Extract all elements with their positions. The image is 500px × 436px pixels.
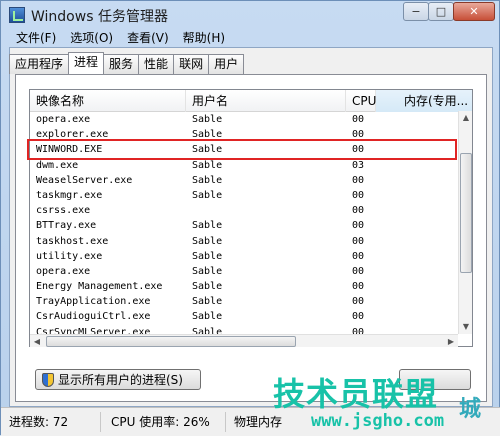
cell-user-name: Sable xyxy=(192,281,223,293)
cell-image-name: Energy Management.exe xyxy=(36,281,163,293)
cell-user-name: Sable xyxy=(192,235,223,247)
cell-user-name: Sable xyxy=(192,129,223,141)
cell-image-name: dwm.exe xyxy=(36,159,79,171)
table-row[interactable]: taskhost.exeSable001 xyxy=(30,234,472,249)
title-bar[interactable]: Windows 任务管理器 − □ ✕ xyxy=(1,1,500,29)
cell-cpu: 00 xyxy=(352,220,365,232)
table-row[interactable]: WeaselServer.exeSable002 xyxy=(30,173,472,188)
cell-user-name: Sable xyxy=(192,144,223,156)
cell-image-name: opera.exe xyxy=(36,114,91,125)
menu-help[interactable]: 帮助(H) xyxy=(181,29,227,47)
task-manager-window: Windows 任务管理器 − □ ✕ 文件(F) 选项(O) 查看(V) 帮助… xyxy=(0,0,500,436)
table-row[interactable]: utility.exeSable001 xyxy=(30,249,472,264)
table-row[interactable]: Energy Management.exe Sable 00 xyxy=(30,279,472,294)
tab-strip: 应用程序 进程 服务 性能 联网 用户 xyxy=(9,52,245,74)
table-row[interactable]: WINWORD.EXESable0013 xyxy=(30,142,472,157)
close-button[interactable]: ✕ xyxy=(453,2,495,21)
cell-cpu: 00 xyxy=(352,250,365,262)
cell-user-name: Sable xyxy=(192,265,223,277)
tab-networking[interactable]: 联网 xyxy=(173,54,210,74)
menu-view[interactable]: 查看(V) xyxy=(125,29,171,47)
cell-image-name: TrayApplication.exe xyxy=(36,296,151,308)
cell-cpu: 00 xyxy=(352,296,365,308)
cell-cpu: 00 xyxy=(352,311,365,323)
cell-cpu: 00 xyxy=(352,235,365,247)
scroll-right-arrow-icon[interactable]: ▶ xyxy=(444,335,458,348)
table-row[interactable]: TrayApplication.exe Sable 00 xyxy=(30,294,472,309)
cell-cpu: 00 xyxy=(352,114,365,125)
status-cpu-usage: CPU 使用率: 26% xyxy=(101,412,226,432)
cell-image-name: taskhost.exe xyxy=(36,235,109,247)
cell-user-name: Sable xyxy=(192,159,223,171)
scroll-up-arrow-icon[interactable]: ▲ xyxy=(459,111,473,125)
cell-user-name: Sable xyxy=(192,250,223,262)
cell-image-name: explorer.exe xyxy=(36,129,109,141)
menu-bar: 文件(F) 选项(O) 查看(V) 帮助(H) xyxy=(9,29,491,47)
menu-options[interactable]: 选项(O) xyxy=(68,29,115,47)
tab-applications[interactable]: 应用程序 xyxy=(9,54,70,74)
menu-file[interactable]: 文件(F) xyxy=(14,29,58,47)
table-row[interactable]: CsrAudioguiCtrl.exe Sable 00 xyxy=(30,309,472,324)
cell-user-name: Sable xyxy=(192,296,223,308)
cell-cpu: 00 xyxy=(352,174,365,186)
cell-image-name: BTTray.exe xyxy=(36,220,97,232)
cell-image-name: CsrAudioguiCtrl.exe xyxy=(36,311,151,323)
cell-cpu: 00 xyxy=(352,205,365,217)
list-header: 映像名称 用户名 CPU 内存(专用... xyxy=(30,90,472,112)
process-list[interactable]: 映像名称 用户名 CPU 内存(专用... opera.exeSable0022… xyxy=(29,89,473,347)
cell-image-name: opera.exe xyxy=(36,265,91,277)
cell-user-name: Sable xyxy=(192,220,223,232)
show-all-users-button[interactable]: 显示所有用户的进程(S) xyxy=(35,369,201,390)
cell-image-name: taskmgr.exe xyxy=(36,189,103,201)
column-image-name[interactable]: 映像名称 xyxy=(30,90,186,112)
table-row[interactable]: explorer.exeSable0013 xyxy=(30,127,472,142)
uac-shield-icon xyxy=(42,372,54,387)
table-row[interactable]: csrss.exe001 xyxy=(30,203,472,218)
cell-user-name xyxy=(186,203,346,218)
table-row[interactable]: BTTray.exeSable001 xyxy=(30,218,472,233)
cell-user-name: Sable xyxy=(192,311,223,323)
cell-image-name: WINWORD.EXE xyxy=(36,144,103,156)
status-bar: 进程数: 72 CPU 使用率: 26% 物理内存 xyxy=(1,407,500,436)
scroll-down-arrow-icon[interactable]: ▼ xyxy=(459,320,473,334)
status-process-count: 进程数: 72 xyxy=(1,412,101,432)
cell-user-name: Sable xyxy=(192,189,223,201)
cell-user-name: Sable xyxy=(192,114,223,125)
maximize-button[interactable]: □ xyxy=(428,2,454,21)
cell-cpu: 00 xyxy=(352,189,365,201)
status-memory: 物理内存 xyxy=(234,415,283,429)
tab-services[interactable]: 服务 xyxy=(103,54,140,74)
scroll-left-arrow-icon[interactable]: ◀ xyxy=(30,335,44,348)
cell-cpu: 00 xyxy=(352,144,365,156)
cell-cpu: 00 xyxy=(352,129,365,141)
show-all-users-label: 显示所有用户的进程(S) xyxy=(58,373,183,387)
cell-image-name: utility.exe xyxy=(36,250,103,262)
cell-image-name: WeaselServer.exe xyxy=(36,174,133,186)
cell-user-name: Sable xyxy=(192,174,223,186)
column-cpu[interactable]: CPU xyxy=(346,90,376,112)
table-row[interactable]: dwm.exeSable038 xyxy=(30,158,472,173)
column-user-name[interactable]: 用户名 xyxy=(186,90,346,112)
cell-cpu: 00 xyxy=(352,281,365,293)
column-memory[interactable]: 内存(专用... xyxy=(376,90,472,112)
minimize-button[interactable]: − xyxy=(403,2,429,21)
tab-performance[interactable]: 性能 xyxy=(138,54,175,74)
cell-image-name: csrss.exe xyxy=(36,205,91,217)
table-row[interactable]: taskmgr.exeSable001 xyxy=(30,188,472,203)
cell-cpu: 00 xyxy=(352,265,365,277)
tab-processes[interactable]: 进程 xyxy=(68,52,105,74)
cell-cpu: 03 xyxy=(352,159,365,171)
end-process-button[interactable] xyxy=(399,369,471,390)
task-manager-icon xyxy=(9,7,25,23)
window-title: Windows 任务管理器 xyxy=(31,9,168,25)
process-rows: opera.exeSable0022explorer.exeSable0013W… xyxy=(30,112,472,346)
horizontal-scrollbar[interactable]: ◀ ▶ xyxy=(30,334,458,347)
table-row[interactable]: opera.exe Sable 00 xyxy=(30,264,472,279)
tab-users[interactable]: 用户 xyxy=(208,54,245,74)
vertical-scroll-thumb[interactable] xyxy=(460,153,472,273)
window-controls: − □ ✕ xyxy=(403,2,495,22)
table-row[interactable]: opera.exeSable0022 xyxy=(30,112,472,127)
vertical-scrollbar[interactable]: ▲ ▼ xyxy=(458,111,472,334)
horizontal-scroll-thumb[interactable] xyxy=(46,336,296,347)
